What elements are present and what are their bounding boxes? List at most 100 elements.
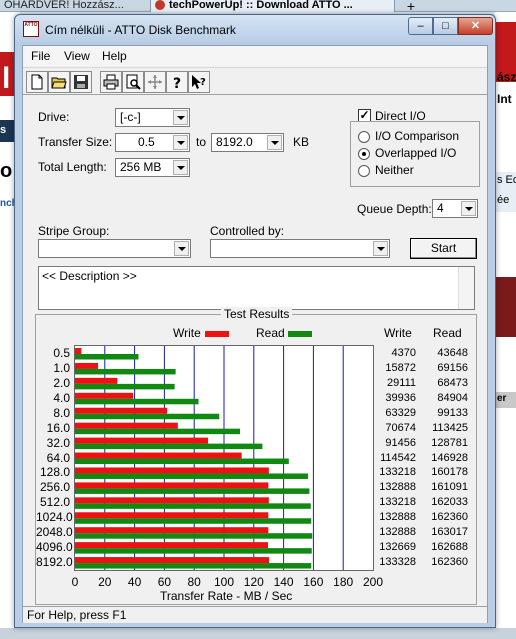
help-button[interactable]: ? <box>166 71 188 93</box>
new-tab-button[interactable]: + <box>404 0 418 14</box>
read-value: 43648 <box>437 347 468 359</box>
drive-value: [-c-] <box>120 110 141 124</box>
bar-chart <box>75 346 344 570</box>
x-tick-label: 100 <box>213 575 235 589</box>
write-bar <box>75 482 269 489</box>
x-tick-label: 0 <box>71 575 79 589</box>
menu-file[interactable]: File <box>31 49 50 63</box>
write-bar <box>75 557 270 564</box>
print-preview-button[interactable] <box>122 71 144 93</box>
read-value: 113425 <box>432 421 468 434</box>
menu-bar: File View Help <box>23 46 487 66</box>
read-value: 160178 <box>431 466 468 479</box>
open-button[interactable] <box>48 71 70 93</box>
y-tick-label: 64.0 <box>46 450 70 465</box>
queue-depth-value: 4 <box>437 201 444 215</box>
controlled-by-select[interactable] <box>210 239 390 258</box>
transfer-size-to-value: 8192.0 <box>216 135 253 149</box>
minimize-button[interactable]: – <box>408 17 433 35</box>
write-value: 15872 <box>385 361 416 374</box>
write-value: 114542 <box>380 451 416 464</box>
legend-write-label: Write <box>173 326 201 340</box>
drive-select[interactable]: [-c-] <box>115 108 190 127</box>
chevron-down-icon[interactable] <box>267 135 282 150</box>
write-bar <box>75 467 269 474</box>
techpowerup-favicon-icon <box>155 0 165 10</box>
write-bar <box>75 392 134 399</box>
toolbar: ? ? <box>23 67 487 95</box>
open-icon <box>51 77 67 89</box>
maximize-button[interactable]: □ <box>433 17 458 35</box>
x-tick-label: 160 <box>303 575 324 589</box>
y-tick-label: 512.0 <box>39 495 70 510</box>
radio-neither[interactable] <box>358 165 370 177</box>
radio-overlapped-io[interactable] <box>358 148 370 160</box>
window-title: Cím nélküli - ATTO Disk Benchmark <box>45 23 236 37</box>
print-button[interactable] <box>100 71 122 93</box>
transfer-size-to-select[interactable]: 8192.0 <box>211 133 284 152</box>
x-tick-label: 180 <box>333 575 354 589</box>
read-value: 128781 <box>431 436 468 449</box>
read-value: 162360 <box>431 511 468 524</box>
read-bar <box>75 413 220 420</box>
context-help-button[interactable]: ? <box>188 71 210 93</box>
x-tick-label: 200 <box>362 575 384 589</box>
write-value: 4370 <box>391 347 416 359</box>
radio-overlapped-io-label: Overlapped I/O <box>375 146 457 160</box>
menu-view[interactable]: View <box>64 49 90 63</box>
read-bar <box>75 383 175 390</box>
read-value: 162033 <box>431 496 468 509</box>
background-text: l <box>2 62 11 95</box>
chevron-down-icon[interactable] <box>173 160 188 175</box>
context-help-icon: ? <box>192 75 206 89</box>
write-bar <box>75 348 82 354</box>
column-write-header: Write <box>384 326 412 340</box>
x-axis-title: Transfer Rate - MB / Sec <box>160 589 293 603</box>
menu-help[interactable]: Help <box>102 49 127 63</box>
chevron-down-icon[interactable] <box>461 201 476 216</box>
write-value: 133218 <box>379 496 416 509</box>
background-text: s Ed <box>497 174 516 186</box>
close-button[interactable]: ✕ <box>458 17 493 35</box>
chevron-down-icon[interactable] <box>373 241 388 256</box>
save-button[interactable] <box>70 71 92 93</box>
read-bar <box>75 398 199 405</box>
y-tick-label: 128.0 <box>39 465 70 480</box>
atto-app-icon[interactable]: ATTO <box>23 21 39 37</box>
to-label: to <box>196 135 207 149</box>
stripe-group-select[interactable] <box>38 239 191 258</box>
chevron-down-icon[interactable] <box>174 241 189 256</box>
chart-plot-area <box>74 345 374 571</box>
y-tick-label: 1024.0 <box>36 510 73 525</box>
move-button[interactable] <box>144 71 166 93</box>
write-bar <box>75 407 168 414</box>
chevron-down-icon[interactable] <box>173 135 188 150</box>
new-button[interactable] <box>26 71 48 93</box>
chevron-down-icon[interactable] <box>173 110 188 125</box>
browser-tab-hardver[interactable]: OHARDVER! Hozzász... <box>0 0 150 12</box>
browser-tab-techpowerup[interactable]: techPowerUp! :: Download ATTO ... × <box>150 0 395 12</box>
queue-depth-select[interactable]: 4 <box>432 199 478 218</box>
y-tick-label: 1.0 <box>53 360 70 375</box>
read-value: 161091 <box>431 481 468 494</box>
description-scrollbar[interactable] <box>458 267 474 309</box>
title-bar[interactable]: ATTO Cím nélküli - ATTO Disk Benchmark –… <box>15 15 495 45</box>
write-value: 70674 <box>385 421 416 434</box>
y-tick-label: 32.0 <box>46 435 70 450</box>
radio-io-comparison[interactable] <box>358 131 370 143</box>
description-box[interactable]: << Description >> <box>38 266 475 310</box>
read-bar <box>75 518 312 524</box>
write-bar <box>75 422 178 429</box>
radio-neither-label: Neither <box>375 163 414 177</box>
write-value: 132888 <box>379 526 416 539</box>
read-bar <box>75 548 312 554</box>
transfer-size-from-select[interactable]: 0.5 <box>115 133 190 152</box>
total-length-select[interactable]: 256 MB <box>115 158 190 177</box>
io-mode-group: I/O Comparison Overlapped I/O Neither <box>350 121 480 187</box>
start-button[interactable]: Start <box>410 238 477 259</box>
atto-window: ATTO Cím nélküli - ATTO Disk Benchmark –… <box>14 14 496 628</box>
y-tick-label: 16.0 <box>46 420 70 435</box>
background-text: er <box>497 393 507 404</box>
read-value: 146928 <box>431 451 468 464</box>
x-tick-label: 20 <box>98 575 112 589</box>
